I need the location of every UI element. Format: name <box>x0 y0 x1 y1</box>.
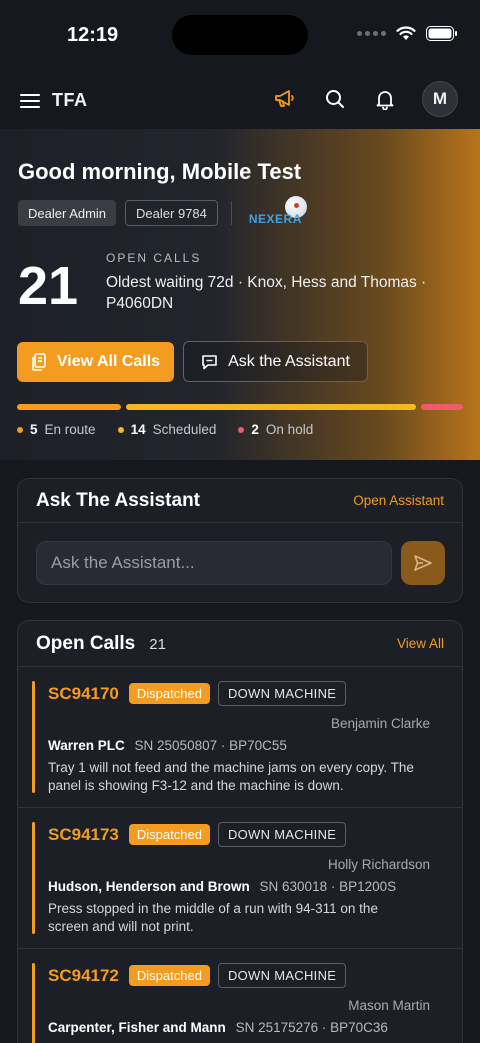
assistant-card-header: Ask The Assistant Open Assistant <box>18 479 462 523</box>
call-header: SC94170 Dispatched DOWN MACHINE <box>48 681 347 706</box>
legend-dot <box>238 426 245 433</box>
hero-panel: Good morning, Mobile Test Dealer Admin D… <box>0 129 480 460</box>
assistant-card-title: Ask The Assistant <box>36 489 201 511</box>
legend-item: 2 On hold <box>238 422 313 437</box>
dealer-chip: Dealer 9784 <box>125 200 218 226</box>
legend-item: 5 En route <box>17 422 96 437</box>
open-calls-total: 21 <box>149 635 166 653</box>
open-calls-label: OPEN CALLS <box>106 251 202 265</box>
search-button[interactable] <box>322 86 348 112</box>
call-customer-line: Hudson, Henderson and Brown SN 630018 · … <box>48 879 396 894</box>
notifications-button[interactable] <box>372 86 398 112</box>
view-all-calls-button[interactable]: View All Calls <box>17 342 174 382</box>
dynamic-island <box>172 15 308 55</box>
search-icon <box>326 90 344 108</box>
call-item[interactable]: SC94172 Dispatched DOWN MACHINE Mason Ma… <box>18 949 462 1043</box>
call-description: Press stopped in the middle of a run wit… <box>48 901 378 934</box>
status-badge: Dispatched <box>128 824 210 845</box>
call-customer: Hudson, Henderson and Brown <box>48 879 250 894</box>
bell-icon <box>376 90 394 110</box>
call-description: Tray 1 will not feed and the machine jam… <box>48 760 414 793</box>
avatar[interactable]: M <box>422 81 458 117</box>
call-accent-bar <box>32 681 35 793</box>
view-all-link[interactable]: View All <box>397 636 444 651</box>
assistant-input[interactable] <box>36 541 392 585</box>
call-customer: Carpenter, Fisher and Mann <box>48 1020 226 1035</box>
legend-label: On hold <box>265 422 314 437</box>
oldest-waiting-text: Oldest waiting 72d · Knox, Hess and Thom… <box>106 274 427 312</box>
megaphone-icon <box>275 90 294 107</box>
logo-text: NEXERA <box>248 212 302 226</box>
call-assignee: Benjamin Clarke <box>330 716 430 731</box>
send-button[interactable] <box>401 541 445 585</box>
status-bar-segment <box>17 404 121 410</box>
call-header: SC94173 Dispatched DOWN MACHINE <box>48 822 347 847</box>
status-icons <box>357 26 458 41</box>
account-chips: Dealer Admin Dealer 9784 NEXERA <box>18 196 317 228</box>
role-chip: Dealer Admin <box>18 200 117 226</box>
call-type-badge: DOWN MACHINE <box>217 963 347 988</box>
legend-count: 14 <box>130 422 146 437</box>
legend-label: En route <box>44 422 96 437</box>
status-bar-segment <box>125 404 417 410</box>
call-type-badge: DOWN MACHINE <box>217 822 347 847</box>
open-assistant-link[interactable]: Open Assistant <box>353 493 444 508</box>
wifi-icon <box>396 26 416 40</box>
header-actions: M <box>272 81 458 117</box>
menu-icon[interactable] <box>20 93 40 109</box>
legend-item: 14 Scheduled <box>117 422 217 437</box>
call-customer-line: Carpenter, Fisher and Mann SN 25175276 ·… <box>48 1020 388 1035</box>
call-status-legend: 5 En route 14 Scheduled 2 On hold <box>17 422 313 437</box>
signal-icon <box>357 31 386 36</box>
call-list: SC94170 Dispatched DOWN MACHINE Benjamin… <box>18 667 462 1043</box>
call-type-badge: DOWN MACHINE <box>217 681 347 706</box>
send-icon <box>414 555 432 571</box>
open-calls-header: Open Calls 21 View All <box>18 621 462 667</box>
document-icon <box>32 353 46 371</box>
call-item[interactable]: SC94173 Dispatched DOWN MACHINE Holly Ri… <box>18 808 462 949</box>
status-bar-segment <box>421 404 463 410</box>
call-id[interactable]: SC94172 <box>48 966 119 986</box>
status-badge: Dispatched <box>128 683 210 704</box>
chat-icon <box>202 354 217 369</box>
app-brand: TFA <box>52 90 88 110</box>
call-equipment: SN 630018 · BP1200S <box>259 879 397 894</box>
status-bar: 12:19 <box>0 0 480 72</box>
call-accent-bar <box>32 822 35 934</box>
divider <box>230 201 232 225</box>
view-all-calls-label: View All Calls <box>56 353 161 370</box>
call-customer-line: Warren PLC SN 25050807 · BP70C55 <box>48 738 287 753</box>
call-assignee: Holly Richardson <box>327 857 430 872</box>
status-time: 12:19 <box>67 24 119 46</box>
call-header: SC94172 Dispatched DOWN MACHINE <box>48 963 347 988</box>
call-id[interactable]: SC94173 <box>48 825 119 845</box>
status-badge: Dispatched <box>128 965 210 986</box>
call-equipment: SN 25050807 · BP70C55 <box>134 738 287 753</box>
legend-label: Scheduled <box>152 422 217 437</box>
legend-dot <box>17 426 23 433</box>
call-accent-bar <box>32 963 35 1043</box>
open-calls-title: Open Calls <box>36 632 136 654</box>
ask-assistant-label: Ask the Assistant <box>228 352 350 370</box>
call-customer: Warren PLC <box>48 738 125 753</box>
open-calls-count: 21 <box>18 256 79 316</box>
greeting: Good morning, Mobile Test <box>18 159 302 184</box>
legend-count: 5 <box>30 422 38 437</box>
app-header: TFA M <box>0 72 480 129</box>
legend-count: 2 <box>251 422 259 437</box>
assistant-card: Ask The Assistant Open Assistant <box>17 478 463 603</box>
dealer-logo: NEXERA <box>245 196 317 228</box>
call-assignee: Mason Martin <box>348 998 430 1013</box>
call-item[interactable]: SC94170 Dispatched DOWN MACHINE Benjamin… <box>18 667 462 808</box>
call-id[interactable]: SC94170 <box>48 684 119 704</box>
call-equipment: SN 25175276 · BP70C36 <box>235 1020 388 1035</box>
ask-assistant-button[interactable]: Ask the Assistant <box>183 341 368 382</box>
battery-icon <box>426 26 457 41</box>
legend-dot <box>117 426 124 433</box>
open-calls-card: Open Calls 21 View All SC94170 Dispatche… <box>17 620 463 1043</box>
announcements-button[interactable] <box>272 86 298 112</box>
